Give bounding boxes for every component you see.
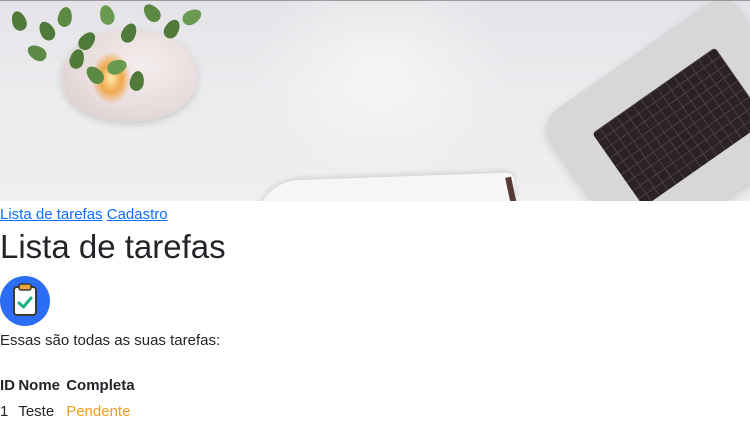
column-header-nome: Nome [18, 377, 61, 394]
page-title: Lista de tarefas [0, 228, 226, 265]
clipboard-check-icon [0, 276, 50, 326]
page-description: Essas são todas as suas tarefas: [0, 332, 221, 349]
cell-id: 1 [0, 403, 9, 420]
table-header-row: ID Nome Completa [0, 374, 135, 398]
column-header-completa: Completa [66, 377, 135, 394]
status-badge: Pendente [66, 403, 131, 420]
laptop [538, 1, 750, 201]
hero-banner-image [0, 0, 750, 201]
nav-link-lista-de-tarefas[interactable]: Lista de tarefas [0, 206, 103, 223]
nav-link-cadastro[interactable]: Cadastro [107, 206, 168, 223]
column-header-id: ID [0, 377, 15, 394]
tasks-table: ID Nome Completa 1 Teste Pendente [0, 374, 135, 426]
top-nav: Lista de tarefas Cadastro [0, 201, 750, 227]
cell-nome: Teste [18, 403, 55, 420]
table-row: 1 Teste Pendente [0, 398, 135, 426]
